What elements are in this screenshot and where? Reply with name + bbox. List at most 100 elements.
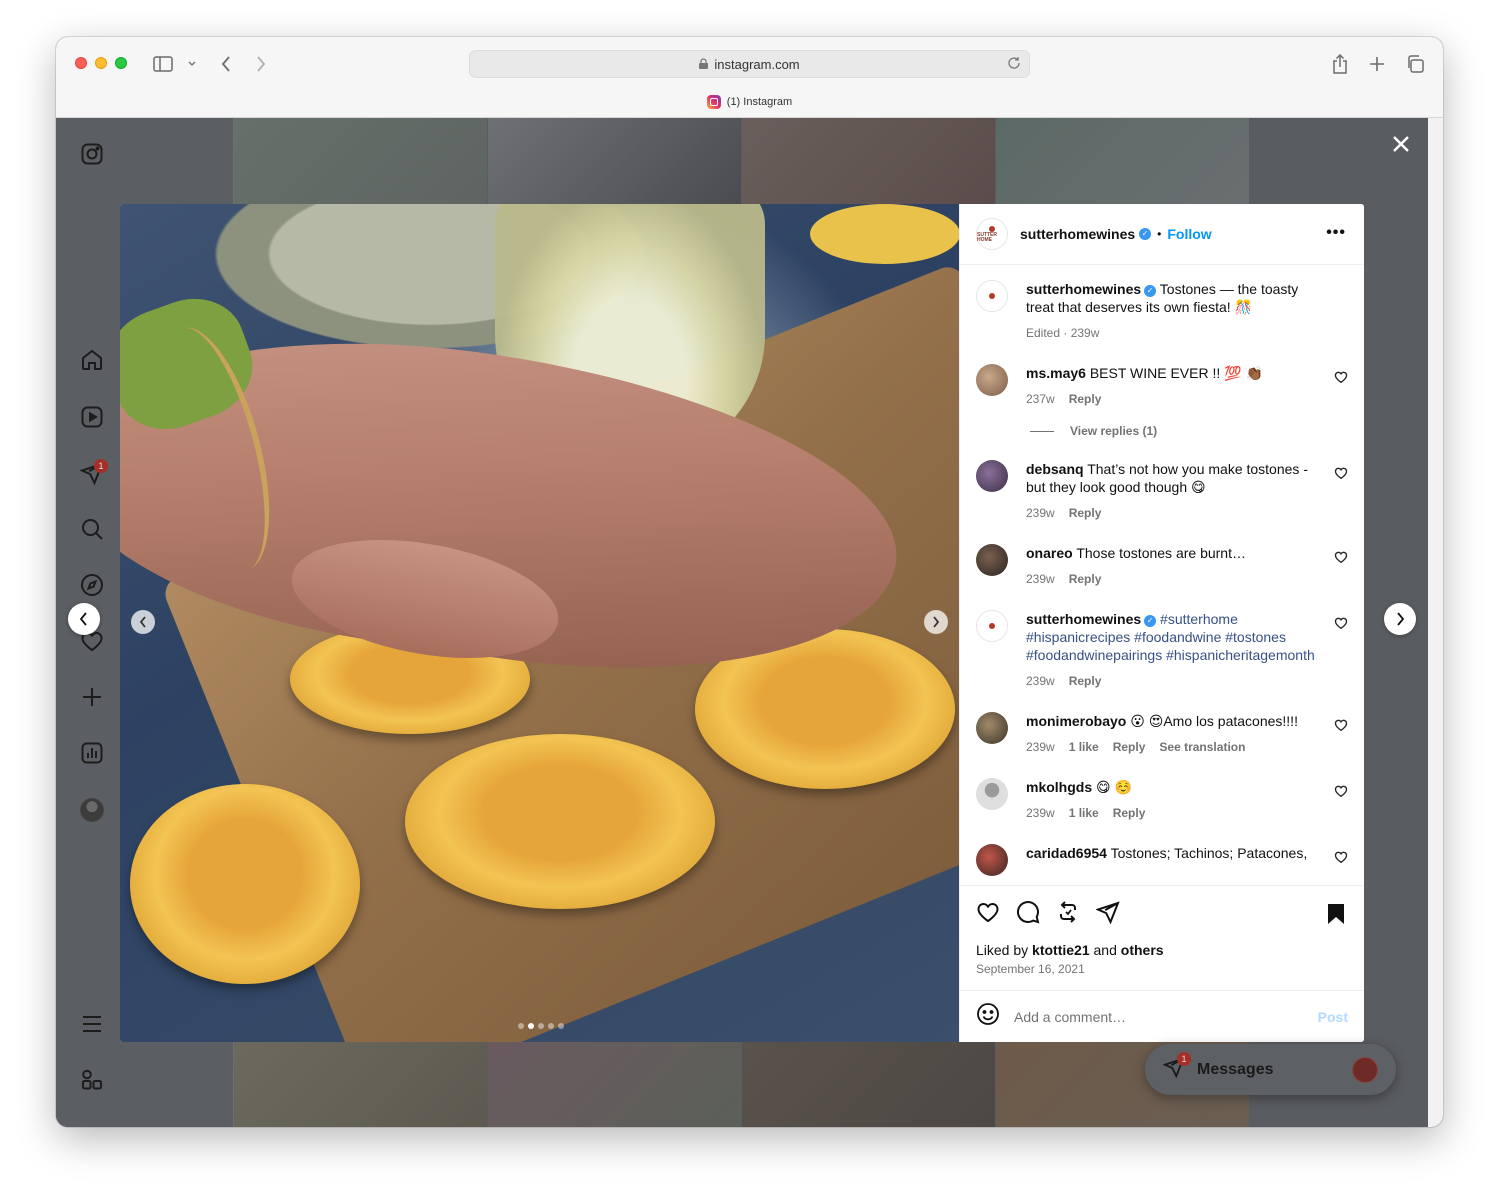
commenter-avatar[interactable]	[976, 280, 1008, 312]
threads-icon[interactable]	[80, 1068, 104, 1092]
new-tab-icon[interactable]	[1366, 53, 1388, 75]
commenter-username[interactable]: monimerobayo	[1026, 713, 1126, 729]
reply-button[interactable]: Reply	[1069, 672, 1102, 690]
forward-icon[interactable]	[250, 53, 272, 75]
commenter-avatar[interactable]	[976, 544, 1008, 576]
close-icon[interactable]	[1389, 132, 1413, 156]
bookmark-icon[interactable]	[1324, 902, 1348, 931]
browser-toolbar: instagram.com (1) Instagram	[56, 37, 1443, 118]
tab-instagram[interactable]: (1) Instagram	[56, 95, 1443, 109]
share-icon[interactable]	[1329, 53, 1351, 75]
commenter-username[interactable]: mkolhgds	[1026, 779, 1092, 795]
reply-button[interactable]: Reply	[1113, 738, 1146, 756]
like-comment-icon[interactable]	[1334, 370, 1348, 384]
commenter-avatar[interactable]	[976, 460, 1008, 492]
liked-by-others[interactable]: others	[1121, 942, 1164, 958]
menu-icon[interactable]	[80, 1012, 104, 1036]
commenter-avatar[interactable]	[976, 844, 1008, 876]
dashboard-icon[interactable]	[80, 741, 104, 765]
like-comment-icon[interactable]	[1334, 550, 1348, 564]
like-icon[interactable]	[976, 900, 1000, 929]
back-icon[interactable]	[215, 53, 237, 75]
more-options-icon[interactable]: •••	[1326, 224, 1346, 242]
author-username[interactable]: sutterhomewines	[1020, 226, 1135, 242]
carousel-dot	[558, 1023, 564, 1029]
follow-button[interactable]: Follow	[1167, 226, 1211, 242]
create-icon[interactable]	[80, 685, 104, 709]
repost-icon[interactable]	[1056, 900, 1080, 929]
sidebar-toggle-icon[interactable]	[152, 53, 174, 75]
commenter-username[interactable]: caridad6954	[1026, 845, 1107, 861]
explore-icon[interactable]	[80, 573, 104, 597]
post-photo[interactable]	[120, 204, 959, 1042]
commenter-avatar[interactable]	[976, 712, 1008, 744]
comment-input[interactable]	[1014, 1008, 1304, 1025]
grid-post-thumbnail[interactable]	[996, 118, 1249, 204]
grid-post-thumbnail[interactable]	[742, 1041, 995, 1127]
avatar-logo-text: SUTTER HOME	[977, 231, 997, 243]
like-comment-icon[interactable]	[1334, 850, 1348, 864]
post-comment-button[interactable]: Post	[1318, 1009, 1348, 1025]
reply-button[interactable]: Reply	[1113, 804, 1146, 822]
reels-icon[interactable]	[80, 405, 104, 429]
share-post-icon[interactable]	[1095, 900, 1120, 929]
close-window-button[interactable]	[75, 57, 87, 69]
comment-meta: 237w Reply	[1026, 390, 1326, 408]
like-comment-icon[interactable]	[1334, 466, 1348, 480]
like-comment-icon[interactable]	[1334, 718, 1348, 732]
commenter-username[interactable]: sutterhomewines	[1026, 281, 1141, 297]
zoom-window-button[interactable]	[115, 57, 127, 69]
verified-badge-icon: ✓	[1139, 228, 1152, 240]
commenter-avatar[interactable]	[976, 364, 1008, 396]
photo-previous-button[interactable]	[131, 610, 155, 634]
grid-post-thumbnail[interactable]	[488, 1041, 741, 1127]
comment-text: BEST WINE EVER !! 💯 👏🏾	[1089, 365, 1263, 381]
emoji-icon[interactable]	[976, 1002, 1000, 1031]
caption: sutterhomewines ✓ Tostones — the toasty t…	[976, 280, 1348, 342]
reply-button[interactable]: Reply	[1069, 390, 1102, 408]
page-scrollbar[interactable]	[1428, 118, 1443, 1127]
view-replies-button[interactable]: View replies (1)	[1030, 424, 1348, 438]
commenter-avatar[interactable]	[976, 610, 1008, 642]
liked-by-user[interactable]: ktottie21	[1032, 942, 1090, 958]
photo-next-button[interactable]	[924, 610, 948, 634]
search-icon[interactable]	[80, 517, 104, 541]
view-replies-label: View replies (1)	[1070, 424, 1158, 438]
instagram-icon[interactable]	[80, 142, 104, 166]
comment-likes[interactable]: 1 like	[1069, 804, 1099, 822]
comment-likes[interactable]: 1 like	[1069, 738, 1099, 756]
comment-body: sutterhomewines ✓ Tostones — the toasty t…	[1026, 280, 1326, 342]
post-date: September 16, 2021	[976, 962, 1085, 976]
home-icon[interactable]	[80, 348, 104, 372]
chevron-down-icon[interactable]	[184, 53, 200, 75]
comment-body: ms.may6 BEST WINE EVER !! 💯 👏🏾 237w Repl…	[1026, 364, 1326, 408]
profile-avatar[interactable]	[80, 798, 104, 822]
grid-post-thumbnail[interactable]	[234, 1041, 487, 1127]
address-bar[interactable]: instagram.com	[469, 50, 1030, 78]
comment-icon[interactable]	[1016, 900, 1040, 929]
comment: caridad6954 Tostones; Tachinos; Patacone…	[976, 844, 1348, 876]
grid-post-thumbnail[interactable]	[488, 118, 741, 204]
like-comment-icon[interactable]	[1334, 616, 1348, 630]
grid-post-thumbnail[interactable]	[742, 118, 995, 204]
grid-post-thumbnail[interactable]	[234, 118, 487, 204]
commenter-username[interactable]: ms.may6	[1026, 365, 1086, 381]
see-translation-button[interactable]: See translation	[1159, 738, 1245, 756]
reply-button[interactable]: Reply	[1069, 504, 1102, 522]
like-comment-icon[interactable]	[1334, 784, 1348, 798]
next-post-button[interactable]	[1384, 603, 1416, 635]
commenter-avatar[interactable]	[976, 778, 1008, 810]
comment: debsanq That’s not how you make tostones…	[976, 460, 1348, 522]
minimize-window-button[interactable]	[95, 57, 107, 69]
previous-post-button[interactable]	[68, 603, 100, 635]
author-avatar[interactable]: SUTTER HOME	[976, 218, 1008, 250]
reload-icon[interactable]	[1007, 56, 1021, 73]
messages-button[interactable]: 1 Messages	[1145, 1044, 1396, 1095]
reply-button[interactable]: Reply	[1069, 570, 1102, 588]
commenter-username[interactable]: onareo	[1026, 545, 1073, 561]
comment-body: onareo Those tostones are burnt… 239w Re…	[1026, 544, 1326, 588]
commenter-username[interactable]: debsanq	[1026, 461, 1084, 477]
commenter-username[interactable]: sutterhomewines	[1026, 611, 1141, 627]
instagram-page: 1 SUTTER HOME sutterhomewines ✓ • Follow…	[56, 118, 1428, 1127]
tab-overview-icon[interactable]	[1404, 53, 1426, 75]
